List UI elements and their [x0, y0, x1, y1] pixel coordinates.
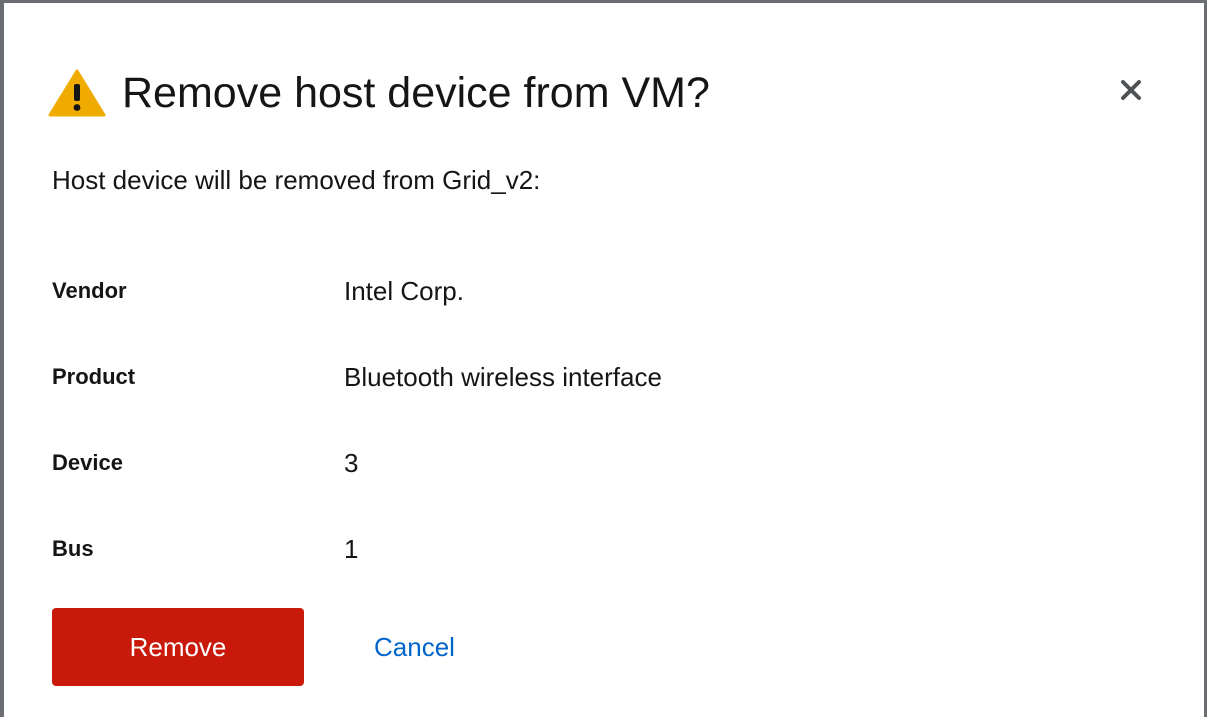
detail-label: Vendor: [52, 278, 127, 303]
detail-label: Bus: [52, 536, 94, 561]
close-icon: [1121, 80, 1141, 100]
remove-button[interactable]: Remove: [52, 608, 304, 686]
detail-row-product: Product Bluetooth wireless interface: [52, 334, 952, 420]
detail-value: 1: [344, 533, 359, 564]
device-details-list: Vendor Intel Corp. Product Bluetooth wir…: [52, 248, 952, 592]
detail-row-vendor: Vendor Intel Corp.: [52, 248, 952, 334]
detail-label: Device: [52, 450, 123, 475]
detail-row-bus: Bus 1: [52, 506, 952, 592]
cancel-button[interactable]: Cancel: [374, 632, 455, 663]
detail-value: 3: [344, 447, 359, 478]
remove-host-device-dialog: Remove host device from VM? Host device …: [0, 0, 1207, 717]
warning-triangle-icon: [48, 69, 106, 117]
dialog-header: Remove host device from VM?: [48, 63, 1144, 123]
detail-row-device: Device 3: [52, 420, 952, 506]
dialog-actions: Remove Cancel: [52, 608, 455, 686]
close-button[interactable]: [1114, 73, 1148, 107]
detail-value: Intel Corp.: [344, 275, 464, 306]
detail-value: Bluetooth wireless interface: [344, 361, 662, 392]
dialog-title: Remove host device from VM?: [122, 68, 710, 117]
detail-label: Product: [52, 364, 136, 389]
dialog-message: Host device will be removed from Grid_v2…: [52, 165, 541, 195]
